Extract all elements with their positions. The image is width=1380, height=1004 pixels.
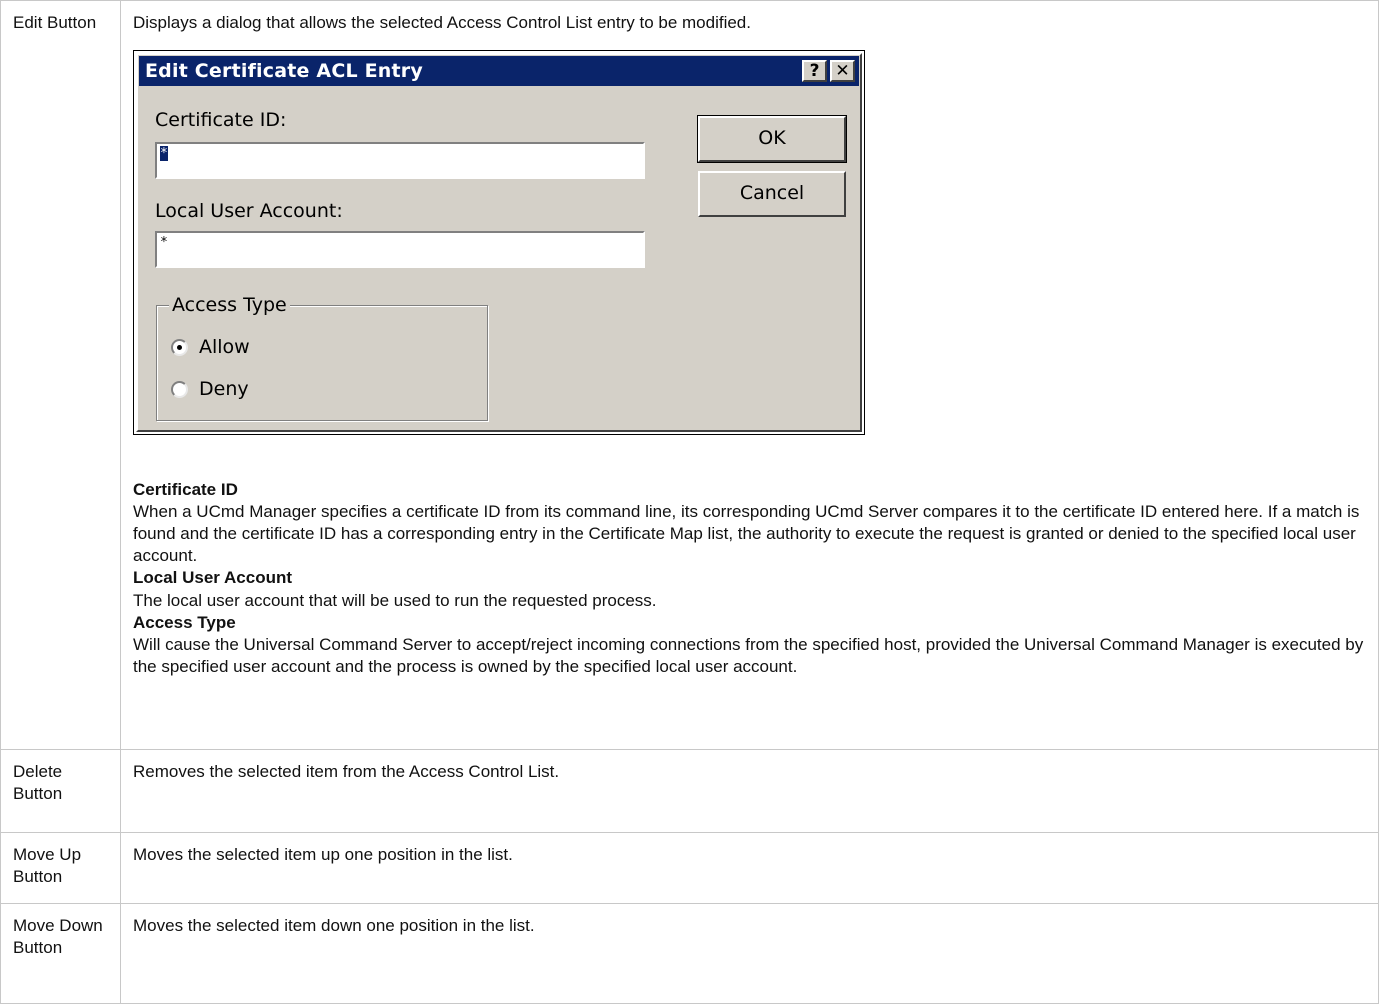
access-type-group: Access Type Allow Deny <box>156 293 488 422</box>
certificate-id-label: Certificate ID: <box>155 109 287 132</box>
section-body: The local user account that will be used… <box>133 590 657 610</box>
allow-label: Allow <box>199 336 250 359</box>
options-table: Edit Button Displays a dialog that allow… <box>0 0 1379 1004</box>
section-title: Access Type <box>133 612 236 632</box>
certificate-id-value: * <box>160 146 168 162</box>
edit-certificate-acl-dialog: Edit Certificate ACL Entry ? ✕ Certifica… <box>136 53 862 433</box>
edit-description: Displays a dialog that allows the select… <box>133 13 751 32</box>
move-up-description: Moves the selected item up one position … <box>120 832 1379 904</box>
allow-radio-option[interactable]: Allow <box>171 335 250 360</box>
term-move-up-button: Move Up Button <box>0 832 121 904</box>
description-cell: Displays a dialog that allows the select… <box>120 0 1379 750</box>
close-button[interactable]: ✕ <box>830 60 855 83</box>
section-body: Will cause the Universal Command Server … <box>133 634 1364 676</box>
access-type-legend: Access Type <box>169 293 290 318</box>
deny-radio-button[interactable] <box>171 380 188 398</box>
section-title: Local User Account <box>133 568 293 588</box>
dialog-title: Edit Certificate ACL Entry <box>145 59 423 82</box>
table-row: Delete Button Removes the selected item … <box>0 749 1379 833</box>
term-edit-button: Edit Button <box>0 0 121 750</box>
table-row: Move Down Button Moves the selected item… <box>0 903 1379 1004</box>
local-user-account-value: * <box>160 235 168 251</box>
term-move-down-button: Move Down Button <box>0 903 121 1004</box>
section-body: When a UCmd Manager specifies a certific… <box>133 502 1360 566</box>
allow-radio-button[interactable] <box>171 338 188 356</box>
table-row: Edit Button Displays a dialog that allow… <box>0 0 1379 750</box>
move-down-description: Moves the selected item down one positio… <box>120 903 1379 1004</box>
cancel-button[interactable]: Cancel <box>698 171 846 218</box>
table-row: Move Up Button Moves the selected item u… <box>0 832 1379 904</box>
deny-label: Deny <box>199 378 249 401</box>
dialog-screenshot: Edit Certificate ACL Entry ? ✕ Certifica… <box>133 50 865 436</box>
delete-description: Removes the selected item from the Acces… <box>120 749 1379 833</box>
help-button[interactable]: ? <box>802 60 827 83</box>
ok-button[interactable]: OK <box>697 115 847 164</box>
local-user-account-label: Local User Account: <box>155 200 343 223</box>
deny-radio-option[interactable]: Deny <box>171 377 249 402</box>
dialog-titlebar: Edit Certificate ACL Entry ? ✕ <box>139 56 859 87</box>
certificate-id-field[interactable]: * <box>155 142 645 180</box>
term-delete-button: Delete Button <box>0 749 121 833</box>
local-user-account-field[interactable]: * <box>155 231 645 269</box>
section-title: Certificate ID <box>133 480 238 500</box>
